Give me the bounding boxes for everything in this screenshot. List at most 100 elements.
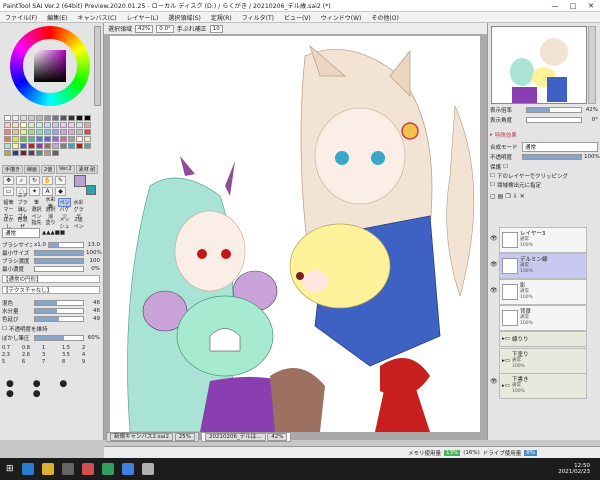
size-cell[interactable]: 0.8 bbox=[22, 345, 41, 351]
doc-tab[interactable]: 新規キャンバス2.sai2 25% bbox=[106, 432, 199, 442]
color-swatch[interactable] bbox=[28, 115, 35, 121]
eye-icon[interactable]: 👁 bbox=[490, 287, 498, 295]
color-swatch[interactable] bbox=[4, 143, 11, 149]
stabilizer-field[interactable]: 10 bbox=[209, 24, 223, 33]
color-swatch[interactable] bbox=[36, 150, 43, 156]
swatch-grid[interactable] bbox=[4, 115, 91, 165]
background-color[interactable] bbox=[86, 185, 96, 195]
minimize-button[interactable]: — bbox=[546, 2, 564, 10]
opacity-slider[interactable] bbox=[522, 154, 582, 160]
folder-item[interactable]: ▸▭ 線りり bbox=[499, 331, 587, 347]
delete-icon[interactable]: ✕ bbox=[520, 193, 525, 203]
param-slider[interactable] bbox=[34, 250, 84, 256]
color-swatch[interactable] bbox=[84, 115, 91, 121]
size-cell[interactable]: 3 bbox=[42, 352, 61, 358]
color-swatch[interactable] bbox=[68, 136, 75, 142]
eye-icon[interactable]: 👁 bbox=[490, 235, 498, 243]
color-swatch[interactable] bbox=[52, 122, 59, 128]
color-swatch[interactable] bbox=[20, 122, 27, 128]
navigator-thumbnail[interactable] bbox=[491, 26, 587, 104]
color-swatch[interactable] bbox=[20, 150, 27, 156]
keep-opacity-row[interactable]: ☐ 不透明度を維持 bbox=[2, 325, 100, 333]
brush-slot[interactable]: ぼかし bbox=[2, 217, 15, 230]
brush-slot[interactable]: 指先 bbox=[30, 218, 43, 227]
eyedropper-icon[interactable]: ✎ bbox=[55, 176, 66, 185]
param-slider[interactable] bbox=[34, 308, 84, 314]
size-cell[interactable]: 0.7 bbox=[2, 345, 21, 351]
sai-icon[interactable] bbox=[141, 463, 154, 475]
checkbox-icon[interactable]: ☐ bbox=[2, 326, 7, 332]
foreground-color[interactable] bbox=[74, 175, 86, 187]
color-swatch[interactable] bbox=[12, 136, 19, 142]
hand-icon[interactable]: ✋ bbox=[42, 176, 53, 185]
shape-select[interactable]: 【通常の円形】 bbox=[2, 275, 100, 283]
param-slider[interactable] bbox=[34, 316, 84, 322]
color-swatch[interactable] bbox=[20, 129, 27, 135]
menu-filter[interactable]: フィルタ(T) bbox=[237, 13, 279, 22]
app-icon[interactable] bbox=[121, 463, 134, 475]
menu-layer[interactable]: レイヤー(L) bbox=[122, 13, 164, 22]
brush-slot[interactable]: 塗り bbox=[44, 218, 57, 227]
tab-binary[interactable]: 2値 bbox=[41, 165, 56, 174]
color-swatch[interactable] bbox=[4, 122, 11, 128]
eye-icon[interactable]: 👁 bbox=[490, 261, 498, 269]
menu-other[interactable]: その他(O) bbox=[366, 13, 403, 22]
color-swatch[interactable] bbox=[52, 115, 59, 121]
drawing-canvas[interactable] bbox=[110, 36, 480, 432]
color-swatch[interactable] bbox=[60, 129, 67, 135]
copy-layer-icon[interactable]: ❐ bbox=[505, 193, 510, 203]
size-cell[interactable]: 7 bbox=[42, 359, 61, 365]
display-zoom-slider[interactable] bbox=[526, 107, 582, 113]
color-swatch[interactable] bbox=[36, 129, 43, 135]
menu-canvas[interactable]: キャンバス(C) bbox=[73, 13, 122, 22]
new-layer-icon[interactable]: ▢ bbox=[490, 193, 496, 203]
color-swatch[interactable] bbox=[52, 129, 59, 135]
brush-slot[interactable]: 選択消 bbox=[44, 207, 57, 220]
menu-view[interactable]: ビュー(V) bbox=[279, 13, 316, 22]
merge-icon[interactable]: ⇩ bbox=[513, 193, 518, 203]
tab-lineart[interactable]: 線画 bbox=[24, 165, 41, 174]
rotate-icon[interactable]: ↻ bbox=[29, 176, 40, 185]
clock[interactable]: 12:50 2021/02/23 bbox=[558, 458, 590, 480]
color-swatch[interactable] bbox=[44, 150, 51, 156]
param-slider[interactable] bbox=[34, 266, 84, 272]
param-slider[interactable] bbox=[34, 300, 84, 306]
color-swatch[interactable] bbox=[52, 136, 59, 142]
color-swatch[interactable] bbox=[44, 115, 51, 121]
color-swatch[interactable] bbox=[20, 143, 27, 149]
select-source-row[interactable]: ☐ 領域検出元に指定 bbox=[490, 181, 598, 189]
color-swatch[interactable] bbox=[4, 129, 11, 135]
color-swatch[interactable] bbox=[76, 136, 83, 142]
display-angle-slider[interactable] bbox=[526, 117, 582, 123]
color-swatch[interactable] bbox=[12, 143, 19, 149]
doc-tab[interactable]: 20210206_デルは... 42% bbox=[201, 432, 292, 442]
color-swatch[interactable] bbox=[52, 143, 59, 149]
param-slider[interactable] bbox=[48, 242, 84, 248]
folder-item[interactable]: ▸▭ 下塗り 通常 100% bbox=[499, 348, 587, 374]
color-swatch[interactable] bbox=[68, 122, 75, 128]
color-swatch[interactable] bbox=[44, 143, 51, 149]
color-swatch[interactable] bbox=[60, 115, 67, 121]
color-swatch[interactable] bbox=[28, 150, 35, 156]
color-swatch[interactable] bbox=[76, 115, 83, 121]
brush-slot[interactable]: 2値ペン bbox=[72, 217, 85, 230]
edge-icon[interactable] bbox=[21, 463, 34, 475]
menu-window[interactable]: ウィンドウ(W) bbox=[316, 13, 367, 22]
layer-item[interactable]: 背景 通常 100% bbox=[499, 305, 587, 331]
effects-header[interactable]: ▸ 特殊効果 bbox=[490, 131, 598, 139]
color-swatch[interactable] bbox=[4, 150, 11, 156]
color-swatch[interactable] bbox=[28, 122, 35, 128]
color-swatch[interactable] bbox=[44, 136, 51, 142]
folder-icon[interactable] bbox=[41, 463, 54, 475]
close-button[interactable]: ✕ bbox=[582, 2, 600, 10]
color-swatch[interactable] bbox=[36, 136, 43, 142]
checkbox-icon[interactable]: ☐ bbox=[503, 164, 508, 170]
color-swatch[interactable] bbox=[20, 115, 27, 121]
folder-item[interactable]: ▸▭ 下書き 通常 100% bbox=[499, 373, 587, 399]
layer-item[interactable]: 影通常 100% bbox=[499, 279, 587, 305]
tab-freehand[interactable]: 手描き bbox=[2, 165, 24, 174]
menu-ruler[interactable]: 定規(R) bbox=[206, 13, 237, 22]
color-square[interactable] bbox=[34, 50, 66, 82]
color-swatch[interactable] bbox=[76, 122, 83, 128]
blend-select[interactable]: 通常 bbox=[2, 228, 40, 238]
